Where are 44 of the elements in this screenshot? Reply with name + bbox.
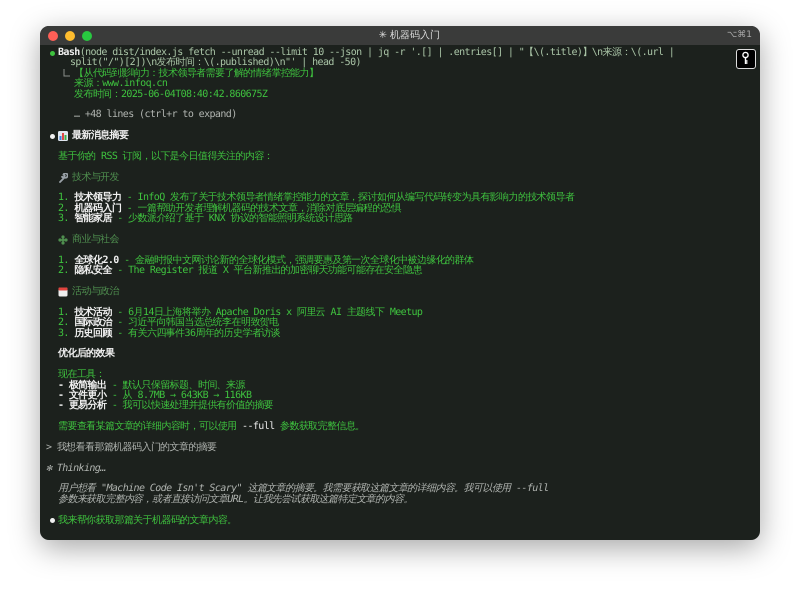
list-item: 2. 国际政治 - 习近平向韩国当选总统李在明致贺电: [58, 318, 279, 328]
list-item: 3. 智能家居 - 少数派介绍了基于 KNX 协议的智能照明系统设计思路: [58, 214, 353, 225]
window-title: ✳ 机器码入门: [378, 28, 440, 43]
bullet-icon: [50, 518, 54, 524]
calendar-icon: [58, 287, 68, 298]
list-item: 1. 技术领导力 - InfoQ 发布了关于技术领导者情绪掌控能力的文章，探讨如何从编写代码转变为具有影响力的技术领导者: [58, 193, 574, 204]
command-text: split("/")[2])\n发布时间：\(.published)\n"' | head -50): [70, 58, 361, 68]
list-item: 1. 技术活动 - 6月14日上海将举办 Apache Doris x 阿里云 AI 主题线下 Meetup: [58, 308, 422, 318]
section-title: 活动与政治: [72, 286, 120, 298]
thinking-label: ✻ Thinking…: [46, 464, 106, 474]
intro-text: 基于你的 RSS 订阅，以下是今日值得关注的内容：: [58, 152, 274, 162]
result-heading: 优化后的效果: [58, 349, 114, 360]
output-text: 发布时间：2025-06-04T08:40:42.860675Z: [74, 90, 268, 100]
branch-icon: [62, 68, 70, 79]
maximize-button[interactable]: [82, 30, 92, 40]
expand-hint: … +48 lines (ctrl+r to expand): [74, 110, 237, 121]
list-item: - 极简输出 - 默认只保留标题、时间、来源: [58, 380, 245, 390]
section-title: 商业与社会: [72, 235, 120, 246]
thinking-text: 用户想看 "Machine Code Isn't Scary" 这篇文章的摘要。我需要获取这篇文章的详细内容。我可以使用 --full: [58, 484, 549, 494]
output-text: 来源：www.infoq.cn: [74, 79, 168, 90]
flower-icon: [58, 235, 68, 246]
output-text: 【从代码到影响力：技术领导者需要了解的情绪掌控能力】: [74, 68, 318, 79]
list-item: - 更易分析 - 我可以快速处理并提供有价值的摘要: [58, 401, 274, 412]
tools-label: 现在工具：: [58, 370, 106, 380]
section-title: 技术与开发: [72, 172, 120, 184]
shortcut-label: ⌥⌘1: [726, 28, 753, 42]
list-item: 2. 机器码入门 - 一篇帮助开发者理解机器码的技术文章，消除对底层编程的恐惧: [58, 204, 401, 214]
list-item: 1. 全球化2.0 - 金融时报中文网讨论新的全球化模式，强调要惠及第一次全球化中被边缘化的群体: [58, 256, 474, 266]
list-item: 2. 隐私安全 - The Register 报道 X 平台新推出的加密聊天功能可能存在安全隐患: [58, 266, 422, 277]
minimize-button[interactable]: [65, 30, 75, 40]
list-item: - 文件更小 - 从 8.7MB → 643KB → 116KB: [58, 390, 252, 401]
user-prompt: > 我想看看那篇机器码入门的文章的摘要: [46, 442, 217, 454]
message-heading: 最新消息摘要: [72, 131, 128, 142]
wrench-icon: [58, 172, 68, 183]
note-text: 需要查看某篇文章的详细内容时，可以使用 --full 参数获取完整信息。: [58, 422, 365, 432]
reply-text: 我来帮你获取那篇关于机器码的文章内容。: [58, 516, 237, 526]
list-item: 3. 历史回顾 - 有关六四事件36周年的历史学者访谈: [58, 328, 280, 339]
bullet-icon: [50, 134, 54, 139]
close-button[interactable]: [48, 30, 58, 40]
command-text: Bash(node dist/index.js fetch --unread --limit 10 --json | jq -r '.[] | .entries[] | "【\(.title)】\n来源：\(.url |: [58, 48, 674, 58]
key-icon[interactable]: [736, 49, 756, 69]
bar-chart-icon: [58, 131, 68, 142]
bullet-icon: [50, 50, 54, 56]
thinking-text: 参数来获取完整内容，或者直接访问文章URL。让我先尝试获取这篇特定文章的内容。: [58, 494, 413, 506]
